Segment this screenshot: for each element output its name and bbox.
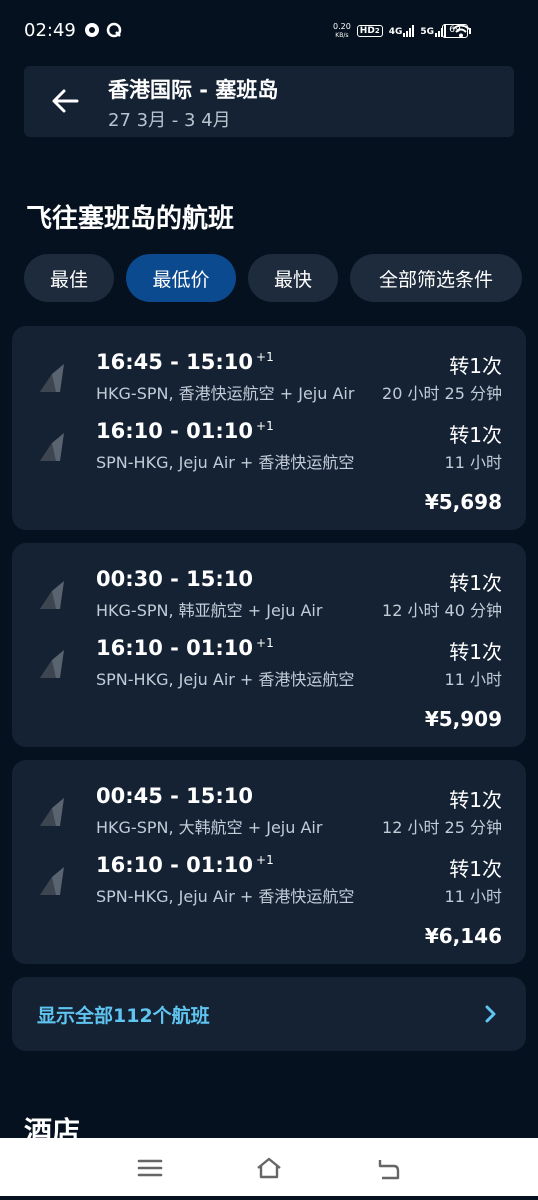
times-text: 16:10 - 01:10 xyxy=(96,419,254,443)
net-5g-label: 5G xyxy=(420,27,434,37)
route-airlines: HKG-SPN, 韩亚航空 + Jeju Air xyxy=(96,601,323,620)
show-all-flights-button[interactable]: 显示全部112个航班 xyxy=(12,977,526,1051)
hd-label: HD xyxy=(359,26,375,36)
search-summary-header[interactable]: 香港国际 - 塞班岛 27 3月 - 3 4月 xyxy=(24,66,514,137)
hd-sub: 2 xyxy=(374,27,380,35)
section-title: 飞往塞班岛的航班 xyxy=(26,204,235,234)
chip-label: 全部筛选条件 xyxy=(378,268,493,291)
back-icon[interactable] xyxy=(374,1154,402,1182)
chip-all-filters[interactable]: 全部筛选条件 xyxy=(350,254,522,302)
airline-logo-icon xyxy=(40,798,64,826)
duration: 20 小时 25 分钟 xyxy=(382,384,502,403)
flight-card[interactable]: 16:45 - 15:10 +1 HKG-SPN, 香港快运航空 + Jeju A… xyxy=(12,326,526,530)
status-time: 02:49 xyxy=(24,20,76,41)
net-speed: 0.20 KB/s xyxy=(333,22,351,40)
route-airlines: HKG-SPN, 香港快运航空 + Jeju Air xyxy=(96,384,355,403)
times-text: 00:45 - 15:10 xyxy=(96,784,254,808)
route-title: 香港国际 - 塞班岛 xyxy=(108,78,279,102)
flight-card[interactable]: 00:45 - 15:10 HKG-SPN, 大韩航空 + Jeju Air 转… xyxy=(12,760,526,964)
times-text: 16:45 - 15:10 xyxy=(96,350,254,374)
chip-label: 最低价 xyxy=(152,268,210,291)
return-leg: 16:10 - 01:10 +1 SPN-HKG, Jeju Air + 香港快运… xyxy=(12,419,526,479)
duration: 11 小时 xyxy=(444,453,502,472)
flight-times: 00:45 - 15:10 xyxy=(96,784,256,808)
home-icon[interactable] xyxy=(255,1154,283,1182)
bottom-edge xyxy=(0,1196,538,1200)
chip-cheapest[interactable]: 最低价 xyxy=(126,254,236,302)
flight-times: 16:10 - 01:10 +1 xyxy=(96,853,274,877)
airline-logo-icon xyxy=(40,581,64,609)
back-arrow-icon[interactable] xyxy=(50,86,80,116)
outbound-leg: 00:30 - 15:10 HKG-SPN, 韩亚航空 + Jeju Air 转… xyxy=(12,567,526,627)
net-speed-value: 0.20 xyxy=(332,22,351,31)
airline-logo-icon xyxy=(40,650,64,678)
chip-best[interactable]: 最佳 xyxy=(24,254,114,302)
system-nav-bar xyxy=(0,1138,538,1196)
times-text: 16:10 - 01:10 xyxy=(96,636,254,660)
chip-fastest[interactable]: 最快 xyxy=(248,254,338,302)
stops: 转1次 xyxy=(449,423,502,447)
price: ¥6,146 xyxy=(424,924,502,948)
price: ¥5,698 xyxy=(424,490,502,514)
route-airlines: SPN-HKG, Jeju Air + 香港快运航空 xyxy=(96,453,355,472)
next-day-indicator: +1 xyxy=(256,636,274,650)
flight-times: 16:10 - 01:10 +1 xyxy=(96,419,274,443)
stops: 转1次 xyxy=(449,640,502,664)
chip-label: 最佳 xyxy=(49,268,88,291)
duration: 11 小时 xyxy=(444,670,502,689)
duration: 12 小时 40 分钟 xyxy=(382,601,502,620)
route-airlines: SPN-HKG, Jeju Air + 香港快运航空 xyxy=(96,670,355,689)
show-all-label: 显示全部112个航班 xyxy=(37,1005,210,1027)
menu-icon[interactable] xyxy=(136,1154,164,1182)
flight-times: 00:30 - 15:10 xyxy=(96,567,256,591)
signal-bars-icon xyxy=(403,25,415,37)
net-4g-label: 4G xyxy=(388,27,403,37)
next-day-indicator: +1 xyxy=(256,419,274,433)
route-airlines: HKG-SPN, 大韩航空 + Jeju Air xyxy=(96,818,323,837)
duration: 12 小时 25 分钟 xyxy=(382,818,502,837)
price: ¥5,909 xyxy=(424,707,502,731)
times-text: 16:10 - 01:10 xyxy=(96,853,254,877)
duration: 11 小时 xyxy=(444,887,502,906)
chip-label: 最快 xyxy=(273,268,312,291)
next-day-indicator: +1 xyxy=(256,853,274,867)
airline-logo-icon xyxy=(40,364,64,392)
battery-level: 69 xyxy=(449,25,461,35)
net-speed-unit: KB/s xyxy=(335,32,349,39)
battery-icon: 69 xyxy=(442,24,471,38)
outbound-leg: 00:45 - 15:10 HKG-SPN, 大韩航空 + Jeju Air 转… xyxy=(12,784,526,844)
times-text: 00:30 - 15:10 xyxy=(96,567,254,591)
stops: 转1次 xyxy=(449,857,502,881)
next-day-indicator: +1 xyxy=(256,350,274,364)
hd-badge: HD2 xyxy=(356,25,383,37)
travel-dates: 27 3月 - 3 4月 xyxy=(108,110,231,131)
return-leg: 16:10 - 01:10 +1 SPN-HKG, Jeju Air + 香港快运… xyxy=(12,636,526,696)
chrome-icon xyxy=(85,23,99,37)
flight-times: 16:45 - 15:10 +1 xyxy=(96,350,274,374)
status-bar: 02:49 0.20 KB/s HD2 4G 5G 69 xyxy=(0,0,538,62)
airline-logo-icon xyxy=(40,867,64,895)
stops: 转1次 xyxy=(449,354,502,378)
airline-logo-icon xyxy=(40,433,64,461)
stops: 转1次 xyxy=(449,788,502,812)
signal-4g: 4G xyxy=(389,25,415,37)
return-leg: 16:10 - 01:10 +1 SPN-HKG, Jeju Air + 香港快运… xyxy=(12,853,526,913)
flight-times: 16:10 - 01:10 +1 xyxy=(96,636,274,660)
route-airlines: SPN-HKG, Jeju Air + 香港快运航空 xyxy=(96,887,355,906)
chevron-right-icon xyxy=(485,1005,496,1023)
flight-card[interactable]: 00:30 - 15:10 HKG-SPN, 韩亚航空 + Jeju Air 转… xyxy=(12,543,526,747)
stops: 转1次 xyxy=(449,571,502,595)
outbound-leg: 16:45 - 15:10 +1 HKG-SPN, 香港快运航空 + Jeju A… xyxy=(12,350,526,410)
q-app-icon xyxy=(106,22,122,38)
